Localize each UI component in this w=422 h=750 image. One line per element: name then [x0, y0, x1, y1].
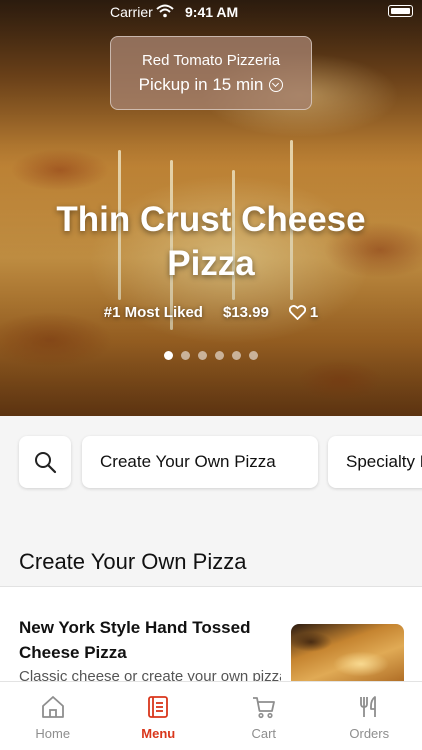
carousel-dot[interactable]	[181, 351, 190, 360]
featured-item-meta: #1 Most Liked $13.99 1	[0, 304, 422, 321]
carousel-page-indicator[interactable]	[0, 351, 422, 360]
pickup-time-row[interactable]: Pickup in 15 min	[111, 75, 311, 95]
carousel-dot[interactable]	[249, 351, 258, 360]
carousel-dot[interactable]	[232, 351, 241, 360]
category-bar: Create Your Own Pizza Specialty Pizza	[0, 416, 422, 510]
status-bar: Carrier 9:41 AM	[0, 0, 422, 24]
wifi-icon	[156, 4, 174, 18]
cart-icon	[252, 697, 275, 719]
category-pill-create-your-own[interactable]: Create Your Own Pizza	[82, 436, 318, 488]
pickup-time: Pickup in 15 min	[138, 75, 264, 94]
restaurant-selector[interactable]: Red Tomato Pizzeria Pickup in 15 min	[110, 36, 312, 110]
carousel-dot[interactable]	[198, 351, 207, 360]
search-icon	[35, 452, 57, 474]
tab-label: Orders	[349, 726, 390, 741]
carrier-label: Carrier	[110, 4, 153, 20]
menu-item-card[interactable]: New York Style Hand Tossed Cheese Pizza …	[0, 587, 422, 687]
category-pill-specialty[interactable]: Specialty Pizza	[328, 436, 422, 488]
orders-icon	[360, 696, 377, 717]
chevron-down-icon	[269, 78, 284, 92]
tab-cart[interactable]: Cart	[211, 682, 317, 750]
battery-icon	[388, 5, 413, 17]
tab-bar: Home Menu Cart Orders	[0, 681, 422, 750]
tab-label: Home	[35, 726, 71, 741]
like-button[interactable]: 1	[288, 304, 319, 321]
tab-label: Menu	[141, 726, 176, 741]
heart-icon	[288, 305, 306, 320]
carousel-dot[interactable]	[164, 351, 173, 360]
clock: 9:41 AM	[185, 4, 239, 20]
featured-item-title: Thin Crust Cheese Pizza	[56, 200, 366, 283]
hero-banner[interactable]: Carrier 9:41 AM Red Tomato Pizzeria Pick…	[0, 0, 422, 416]
menu-icon	[148, 696, 169, 718]
price-label: $13.99	[222, 304, 269, 321]
home-icon	[41, 696, 64, 718]
tab-orders[interactable]: Orders	[317, 682, 422, 750]
like-count: 1	[309, 304, 319, 321]
tab-home[interactable]: Home	[0, 682, 106, 750]
app-screen: Carrier 9:41 AM Red Tomato Pizzeria Pick…	[0, 0, 422, 750]
rank-label: #1 Most Liked	[103, 304, 203, 321]
menu-item-image	[291, 624, 404, 687]
search-button[interactable]	[19, 436, 71, 488]
section-title: Create Your Own Pizza	[19, 549, 247, 574]
restaurant-name: Red Tomato Pizzeria	[141, 52, 281, 69]
menu-item-name: New York Style Hand Tossed Cheese Pizza	[19, 618, 251, 662]
tab-label: Cart	[251, 726, 277, 741]
tab-menu[interactable]: Menu	[106, 682, 212, 750]
carousel-dot[interactable]	[215, 351, 224, 360]
